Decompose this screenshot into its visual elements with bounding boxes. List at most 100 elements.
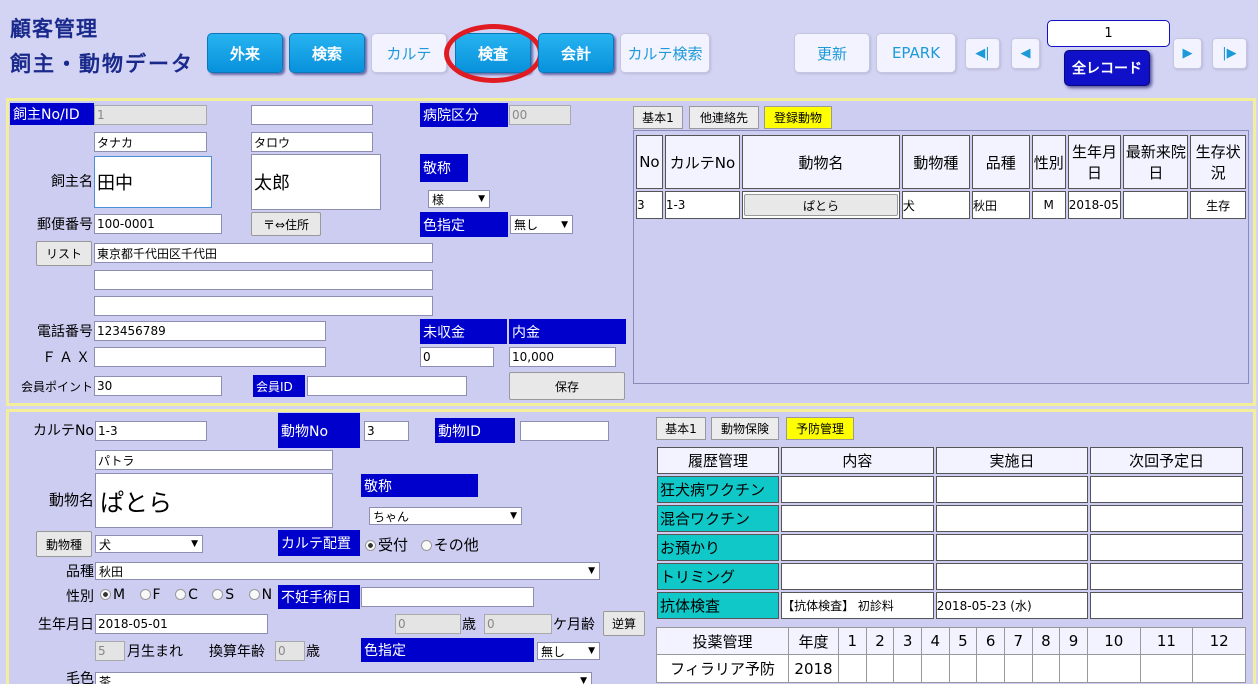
- prev-record-button[interactable]: ◀: [1011, 38, 1040, 69]
- history-cell-next[interactable]: [1090, 592, 1243, 619]
- sex-radio-c[interactable]: [175, 589, 187, 600]
- dosing-cell-month[interactable]: [1086, 654, 1141, 683]
- first-record-button[interactable]: ◀|: [965, 38, 1000, 69]
- tab-animal-basic1[interactable]: 基本1: [656, 417, 706, 440]
- history-cell-date[interactable]: 2018-05-23 (水): [935, 592, 1089, 619]
- points-field[interactable]: 30: [94, 376, 222, 396]
- history-cell-next[interactable]: [1090, 563, 1243, 590]
- save-button[interactable]: 保存: [509, 372, 625, 400]
- dosing-cell-month[interactable]: [920, 654, 950, 683]
- dosing-cell-month[interactable]: [865, 654, 895, 683]
- owner-no-field[interactable]: 1: [94, 105, 207, 125]
- animal-name-button[interactable]: ぱとら: [744, 194, 898, 216]
- placement-other-label: その他: [433, 536, 479, 554]
- animal-id-field[interactable]: [520, 421, 609, 441]
- sex-radio-s[interactable]: [212, 589, 224, 600]
- karte-placement-label: カルテ配置: [278, 530, 360, 556]
- dosing-cell-month[interactable]: [1031, 654, 1061, 683]
- history-cell-date[interactable]: [935, 476, 1089, 503]
- dosing-cell-month[interactable]: [948, 654, 978, 683]
- owner-id-field[interactable]: [251, 105, 373, 125]
- history-cell-content[interactable]: [781, 563, 934, 590]
- dosing-header-month: 3: [893, 627, 922, 655]
- history-cell-next[interactable]: [1090, 505, 1243, 532]
- placement-radio-reception[interactable]: [365, 540, 376, 551]
- birth-field[interactable]: 2018-05-01: [95, 614, 268, 634]
- history-cell-date[interactable]: [935, 534, 1089, 561]
- next-record-button[interactable]: ▶: [1173, 38, 1202, 69]
- dosing-cell-month[interactable]: [1139, 654, 1194, 683]
- karte-search-button[interactable]: カルテ検索: [620, 33, 710, 73]
- neuter-date-field[interactable]: [361, 587, 534, 607]
- table-row: トリミング: [657, 563, 1243, 590]
- history-cell-date[interactable]: [935, 563, 1089, 590]
- owner-honorific-select[interactable]: 様 ▼: [428, 190, 490, 208]
- history-cell-content[interactable]: 【抗体検査】 初診料: [781, 592, 934, 619]
- unpaid-field[interactable]: 0: [420, 347, 494, 367]
- owner-kana-first-field[interactable]: タロウ: [251, 132, 373, 152]
- history-cell-next[interactable]: [1090, 534, 1243, 561]
- dosing-cell-month[interactable]: [1003, 654, 1033, 683]
- sex-radio-m[interactable]: [100, 589, 111, 600]
- outpatient-button[interactable]: 外来: [207, 33, 283, 73]
- animal-honorific-select[interactable]: ちゃん ▼: [369, 507, 522, 525]
- coat-color-select[interactable]: 茶 ▼: [95, 672, 592, 684]
- address1-field[interactable]: 東京都千代田区千代田: [94, 243, 433, 263]
- deposit-field[interactable]: 10,000: [509, 347, 616, 367]
- dosing-cell-month[interactable]: [893, 654, 922, 683]
- hospital-division-field[interactable]: 00: [509, 105, 571, 125]
- tab-prevention[interactable]: 予防管理: [786, 417, 854, 440]
- dosing-cell-month[interactable]: [1059, 654, 1088, 683]
- address3-field[interactable]: [94, 296, 433, 316]
- dosing-cell-month[interactable]: [976, 654, 1005, 683]
- dosing-cell-month[interactable]: [1192, 654, 1246, 683]
- owner-kana-last-field[interactable]: タナカ: [94, 132, 207, 152]
- all-records-button[interactable]: 全レコード: [1064, 50, 1150, 86]
- dosing-cell-month[interactable]: [838, 654, 867, 683]
- age-months-field[interactable]: 0: [484, 614, 552, 634]
- record-number-field[interactable]: 1: [1047, 20, 1170, 47]
- postal-to-address-button[interactable]: 〒⇔住所: [251, 212, 321, 236]
- history-cell-content[interactable]: [781, 505, 934, 532]
- reverse-calc-button[interactable]: 逆算: [603, 611, 645, 636]
- epark-button[interactable]: EPARK: [876, 33, 956, 73]
- age-years-field[interactable]: 0: [395, 614, 461, 634]
- animal-color-select[interactable]: 無し ▼: [537, 642, 600, 660]
- history-cell-next[interactable]: [1090, 476, 1243, 503]
- update-button[interactable]: 更新: [794, 33, 870, 73]
- animal-name-field[interactable]: ぱとら: [95, 473, 333, 528]
- animal-no-field[interactable]: 3: [364, 421, 409, 441]
- animal-color-label: 色指定: [361, 638, 534, 662]
- karte-button[interactable]: カルテ: [371, 33, 447, 73]
- search-button[interactable]: 検索: [289, 33, 365, 73]
- postal-field[interactable]: 100-0001: [94, 214, 222, 234]
- table-row[interactable]: 3 1-3 ぱとら 犬 秋田 M 2018-05 生存: [636, 191, 1246, 219]
- tab-other-contacts[interactable]: 他連絡先: [689, 106, 759, 129]
- tab-registered-animals[interactable]: 登録動物: [764, 106, 832, 129]
- history-cell-date[interactable]: [935, 505, 1089, 532]
- placement-radio-other[interactable]: [420, 540, 432, 551]
- member-id-field[interactable]: [307, 376, 467, 396]
- born-month-field[interactable]: 5: [95, 641, 125, 661]
- owner-color-select[interactable]: 無し ▼: [510, 215, 573, 234]
- history-cell-content[interactable]: [781, 534, 934, 561]
- last-record-button[interactable]: |▶: [1212, 38, 1247, 69]
- animal-kana-field[interactable]: パトラ: [95, 450, 333, 470]
- address2-field[interactable]: [94, 270, 433, 290]
- history-cell-content[interactable]: [781, 476, 934, 503]
- converted-age-field[interactable]: 0: [275, 641, 305, 661]
- phone-field[interactable]: 123456789: [94, 321, 326, 341]
- species-select[interactable]: 犬 ▼: [95, 535, 203, 553]
- sex-radio-n[interactable]: [248, 589, 260, 600]
- owner-first-name-field[interactable]: 太郎: [251, 154, 381, 210]
- fax-field[interactable]: [94, 347, 326, 367]
- sex-radio-f[interactable]: [139, 589, 151, 600]
- breed-select[interactable]: 秋田 ▼: [95, 562, 600, 580]
- tab-basic1[interactable]: 基本1: [633, 106, 683, 129]
- address-list-button[interactable]: リスト: [36, 241, 92, 266]
- karte-no-field[interactable]: 1-3: [95, 421, 207, 441]
- accounting-button[interactable]: 会計: [538, 33, 614, 73]
- species-button[interactable]: 動物種: [36, 531, 92, 557]
- tab-animal-insurance[interactable]: 動物保険: [711, 417, 779, 440]
- owner-last-name-field[interactable]: 田中: [94, 156, 212, 208]
